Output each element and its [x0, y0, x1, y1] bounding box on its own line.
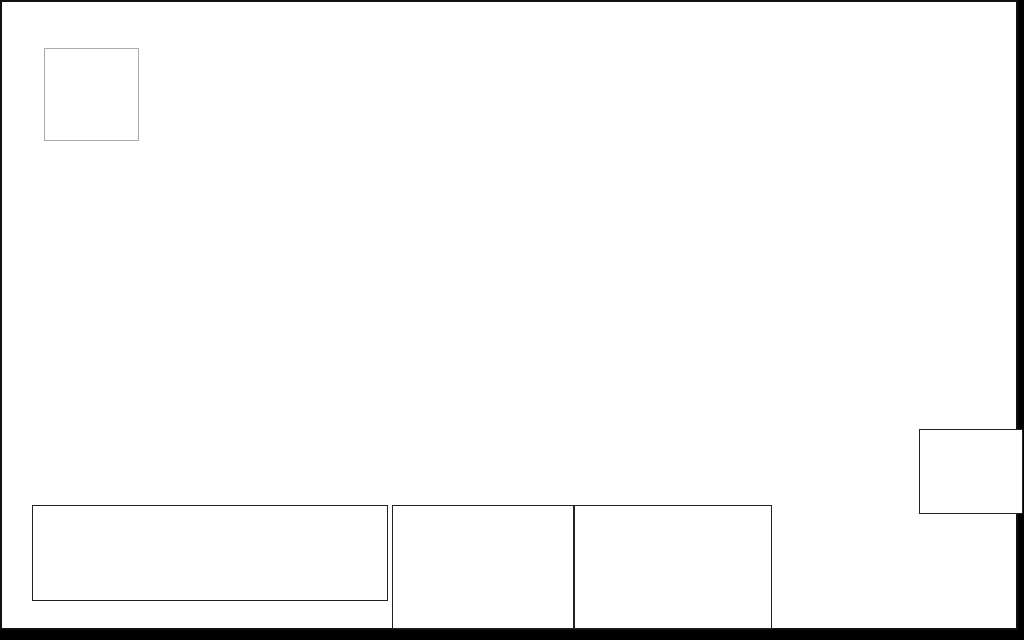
app-frame: [0, 0, 1018, 630]
shear-table-box: [574, 505, 772, 629]
thermo-table-box: [32, 505, 388, 601]
srh-bwd-summary-box: [919, 429, 1023, 514]
moisture-table-box: [392, 505, 574, 629]
skewt-legend: [44, 48, 139, 141]
